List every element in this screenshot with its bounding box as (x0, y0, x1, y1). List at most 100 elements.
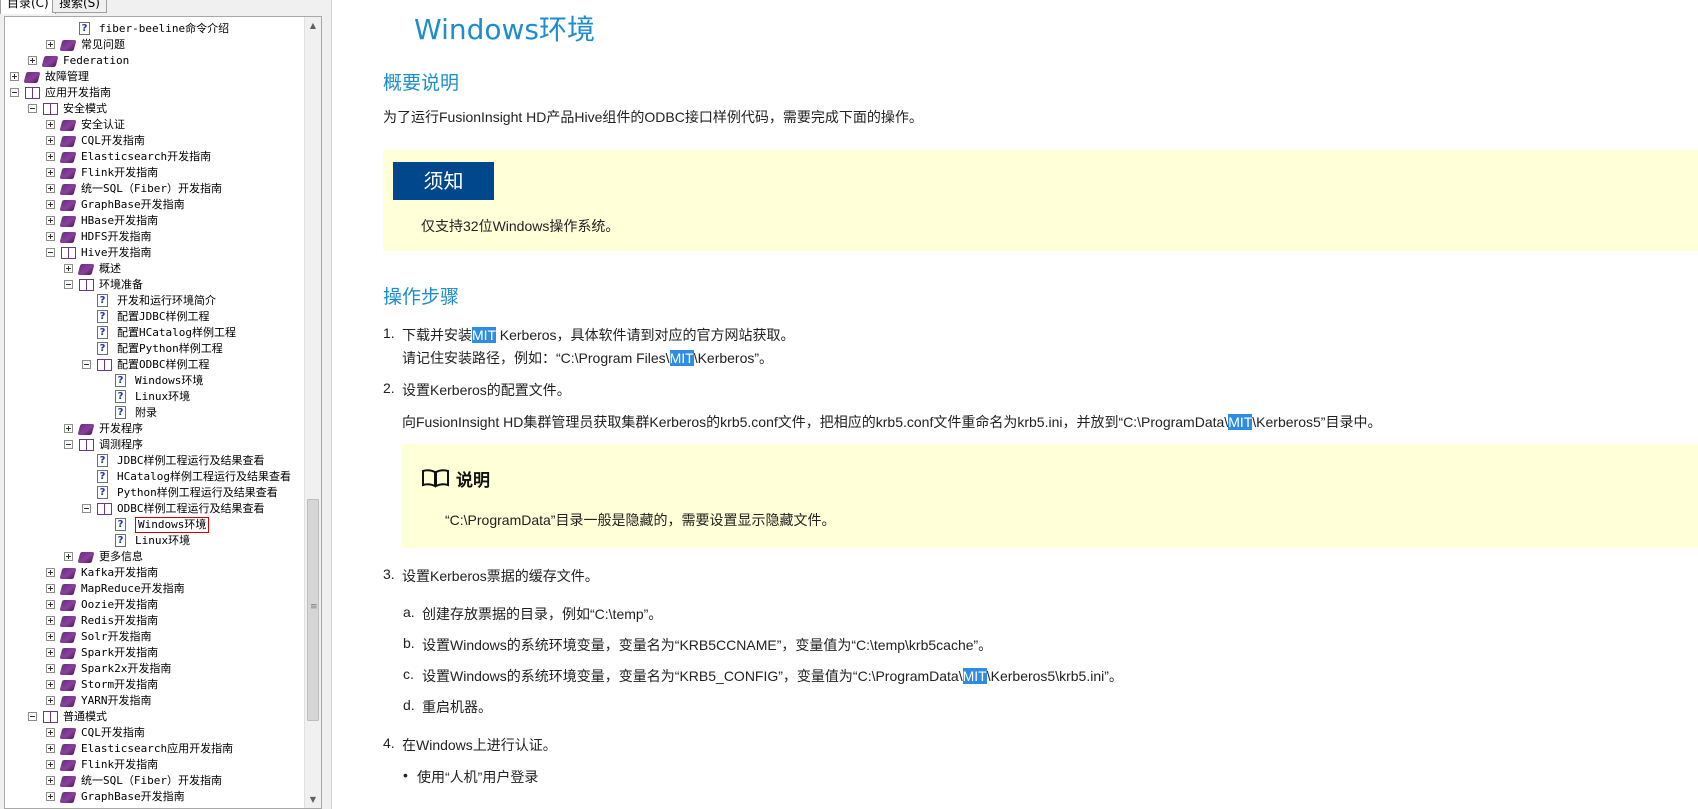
toc-item[interactable]: 统一SQL（Fiber）开发指南 (5, 181, 305, 197)
toc-item[interactable]: ? Windows环境 (5, 517, 305, 533)
expand-plus-icon[interactable] (10, 72, 19, 81)
toc-item[interactable]: GraphBase开发指南 (5, 197, 305, 213)
toc-item[interactable]: ODBC样例工程运行及结果查看 (5, 501, 305, 517)
tab-search[interactable]: 搜索(S) (52, 0, 107, 13)
toc-item[interactable]: Redis开发指南 (5, 613, 305, 629)
toc-item[interactable]: 应用开发指南 (5, 85, 305, 101)
toc-item[interactable]: HDFS开发指南 (5, 229, 305, 245)
toc-item[interactable]: YARN开发指南 (5, 693, 305, 709)
expand-plus-icon[interactable] (46, 744, 55, 753)
toc-item[interactable]: 普通模式 (5, 709, 305, 725)
toc-item[interactable]: ? JDBC样例工程运行及结果查看 (5, 453, 305, 469)
expand-plus-icon[interactable] (46, 728, 55, 737)
expand-plus-icon[interactable] (46, 776, 55, 785)
toc-item[interactable]: ? 配置JDBC样例工程 (5, 309, 305, 325)
toc-item[interactable]: HBase开发指南 (5, 213, 305, 229)
collapse-minus-icon[interactable] (10, 88, 19, 97)
collapse-minus-icon[interactable] (64, 440, 73, 449)
collapse-minus-icon[interactable] (46, 248, 55, 257)
toc-item[interactable]: MapReduce开发指南 (5, 581, 305, 597)
toc-item[interactable]: ? 配置Python样例工程 (5, 341, 305, 357)
expand-plus-icon[interactable] (46, 568, 55, 577)
expand-plus-icon[interactable] (46, 200, 55, 209)
toc-item[interactable]: ? 配置HCatalog样例工程 (5, 325, 305, 341)
expand-plus-icon[interactable] (46, 216, 55, 225)
toc-item[interactable]: CQL开发指南 (5, 725, 305, 741)
collapse-minus-icon[interactable] (82, 360, 91, 369)
expand-plus-icon[interactable] (46, 680, 55, 689)
toc-item[interactable]: Spark2x开发指南 (5, 661, 305, 677)
expand-plus-icon[interactable] (46, 120, 55, 129)
toc-tree-list: ? fiber-beeline命令介绍 常见问题 Federation 故障管理 应用开发… (5, 21, 305, 805)
scroll-up-arrow-icon[interactable]: ▲ (305, 17, 321, 34)
closed-book-icon (23, 72, 41, 83)
collapse-minus-icon[interactable] (64, 280, 73, 289)
toc-item-label: Storm开发指南 (81, 678, 159, 691)
toc-item[interactable]: 常见问题 (5, 37, 305, 53)
toc-item[interactable]: 调测程序 (5, 437, 305, 453)
toc-item[interactable]: Flink开发指南 (5, 165, 305, 181)
toc-item[interactable]: Storm开发指南 (5, 677, 305, 693)
toc-item[interactable]: 配置ODBC样例工程 (5, 357, 305, 373)
expand-plus-icon[interactable] (46, 40, 55, 49)
toc-item[interactable]: Oozie开发指南 (5, 597, 305, 613)
toc-item[interactable]: 更多信息 (5, 549, 305, 565)
toc-item[interactable]: 安全认证 (5, 117, 305, 133)
toc-item[interactable]: ? 附录 (5, 405, 305, 421)
closed-book-icon (59, 120, 77, 131)
expand-plus-icon[interactable] (46, 616, 55, 625)
toc-item[interactable]: ? fiber-beeline命令介绍 (5, 21, 305, 37)
toc-item[interactable]: Flink开发指南 (5, 757, 305, 773)
toc-item[interactable]: CQL开发指南 (5, 133, 305, 149)
toc-item[interactable]: ? Linux环境 (5, 389, 305, 405)
toc-item[interactable]: Federation (5, 53, 305, 69)
collapse-minus-icon[interactable] (28, 712, 37, 721)
toc-item[interactable]: Spark开发指南 (5, 645, 305, 661)
expand-plus-icon[interactable] (64, 552, 73, 561)
expand-plus-icon[interactable] (46, 232, 55, 241)
tree-scrollbar[interactable]: ▲ ≡ ▼ (304, 17, 321, 808)
toc-item[interactable]: ? HCatalog样例工程运行及结果查看 (5, 469, 305, 485)
toc-item[interactable]: 环境准备 (5, 277, 305, 293)
help-page-icon: ? (115, 534, 126, 547)
expand-plus-icon[interactable] (46, 584, 55, 593)
toc-item[interactable]: ? Python样例工程运行及结果查看 (5, 485, 305, 501)
expand-plus-icon[interactable] (46, 152, 55, 161)
toc-item[interactable]: 开发程序 (5, 421, 305, 437)
toc-item[interactable]: ? Linux环境 (5, 533, 305, 549)
toc-item[interactable]: ? Windows环境 (5, 373, 305, 389)
scroll-down-arrow-icon[interactable]: ▼ (305, 791, 321, 808)
toc-item[interactable]: ? 开发和运行环境简介 (5, 293, 305, 309)
toc-item[interactable]: Solr开发指南 (5, 629, 305, 645)
expand-plus-icon[interactable] (46, 648, 55, 657)
toc-item[interactable]: 统一SQL（Fiber）开发指南 (5, 773, 305, 789)
toc-item[interactable]: 安全模式 (5, 101, 305, 117)
expand-plus-icon[interactable] (46, 136, 55, 145)
expand-plus-icon[interactable] (46, 760, 55, 769)
scrollbar-thumb[interactable]: ≡ (307, 499, 319, 721)
pane-splitter[interactable] (325, 0, 332, 809)
toc-item[interactable]: GraphBase开发指南 (5, 789, 305, 805)
expand-plus-icon[interactable] (46, 632, 55, 641)
toc-item-label: 配置ODBC样例工程 (117, 358, 210, 371)
expand-plus-icon[interactable] (46, 792, 55, 801)
expand-plus-icon[interactable] (28, 56, 37, 65)
expand-plus-icon[interactable] (46, 600, 55, 609)
toc-item[interactable]: 概述 (5, 261, 305, 277)
collapse-minus-icon[interactable] (28, 104, 37, 113)
expand-plus-icon[interactable] (46, 696, 55, 705)
toc-item[interactable]: 故障管理 (5, 69, 305, 85)
expand-plus-icon[interactable] (46, 664, 55, 673)
closed-book-icon (77, 424, 95, 435)
expand-plus-icon[interactable] (46, 184, 55, 193)
toc-item[interactable]: Elasticsearch应用开发指南 (5, 741, 305, 757)
collapse-minus-icon[interactable] (82, 504, 91, 513)
toc-item[interactable]: Elasticsearch开发指南 (5, 149, 305, 165)
expand-plus-icon[interactable] (64, 424, 73, 433)
toc-item[interactable]: Kafka开发指南 (5, 565, 305, 581)
expand-plus-icon[interactable] (64, 264, 73, 273)
expand-plus-icon[interactable] (46, 168, 55, 177)
toc-item-label: 配置Python样例工程 (117, 342, 223, 355)
toc-item[interactable]: Hive开发指南 (5, 245, 305, 261)
tab-contents[interactable]: 目录(C) (0, 0, 56, 14)
